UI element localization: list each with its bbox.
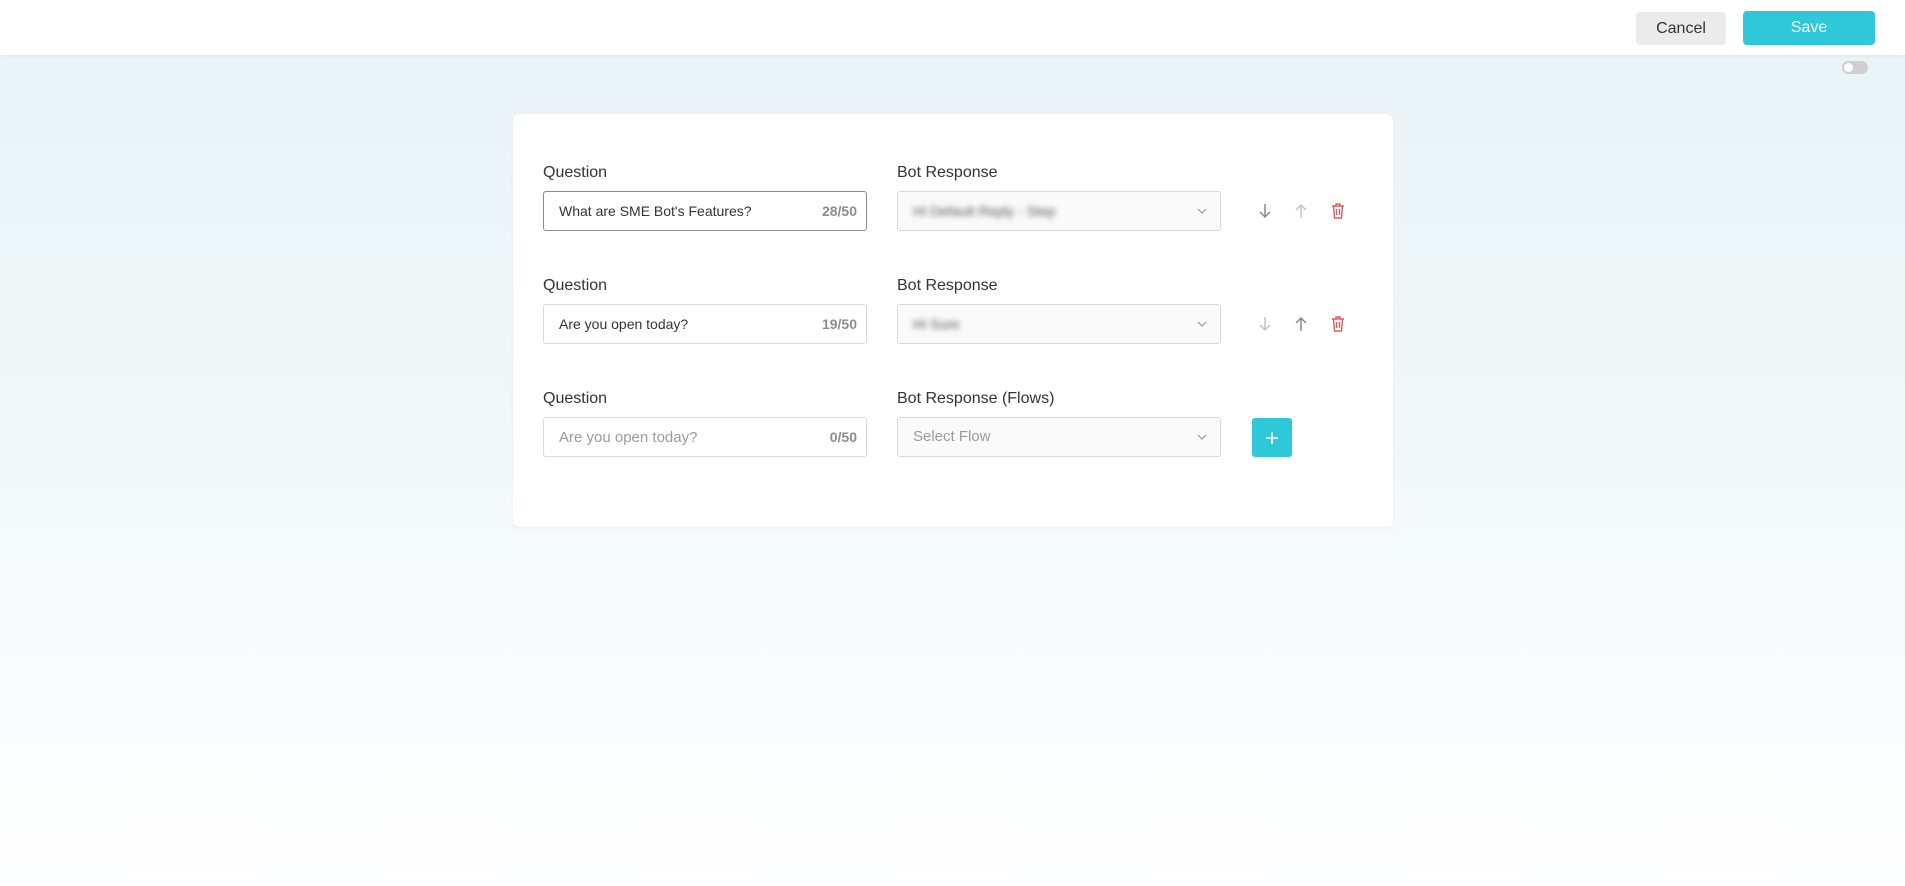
new-faq-row: Question Bot Response (Flows) 0/50 Selec… <box>543 390 1363 460</box>
flow-select[interactable]: Select Flow <box>897 417 1221 457</box>
top-bar: Cancel Save <box>0 0 1905 55</box>
arrow-down-icon[interactable] <box>1254 313 1276 335</box>
question-label: Question <box>543 164 608 181</box>
question-field: 19/50 <box>543 304 867 344</box>
save-button[interactable]: Save <box>1743 11 1875 45</box>
chevron-down-icon <box>1197 208 1207 214</box>
cancel-button[interactable]: Cancel <box>1636 12 1726 45</box>
trash-icon[interactable] <box>1327 200 1349 222</box>
bot-response-flows-label: Bot Response (Flows) <box>897 390 1055 407</box>
trash-icon[interactable] <box>1327 313 1349 335</box>
bot-response-select[interactable]: Hi Sure <box>897 304 1221 344</box>
bot-response-select[interactable]: Hi Default Reply - Step <box>897 191 1221 231</box>
plus-icon <box>1266 432 1278 444</box>
question-field: 28/50 <box>543 191 867 231</box>
question-input[interactable] <box>544 305 794 343</box>
chevron-down-icon <box>1197 321 1207 327</box>
arrow-up-icon[interactable] <box>1290 200 1312 222</box>
bot-response-label: Bot Response <box>897 164 998 181</box>
add-question-button[interactable] <box>1252 418 1292 457</box>
bot-response-value: Hi Default Reply - Step <box>913 203 1056 219</box>
toggle-knob <box>1844 63 1853 72</box>
char-counter: 28/50 <box>821 203 857 219</box>
char-counter: 19/50 <box>821 316 857 332</box>
faq-card: Question Bot Response 28/50 Hi Default R… <box>513 114 1393 527</box>
question-label: Question <box>543 277 608 294</box>
arrow-down-icon[interactable] <box>1254 200 1276 222</box>
question-label: Question <box>543 390 608 407</box>
chevron-down-icon <box>1197 434 1207 440</box>
faq-row: Question Bot Response 19/50 Hi Sure <box>543 277 1363 347</box>
flow-select-placeholder: Select Flow <box>913 428 991 445</box>
char-counter: 0/50 <box>829 429 857 445</box>
faq-row: Question Bot Response 28/50 Hi Default R… <box>543 164 1363 234</box>
question-input[interactable] <box>544 418 794 456</box>
bot-response-value: Hi Sure <box>913 316 960 332</box>
question-field: 0/50 <box>543 417 867 457</box>
bot-response-label: Bot Response <box>897 277 998 294</box>
question-input[interactable] <box>544 192 794 230</box>
toggle-switch[interactable] <box>1842 61 1868 74</box>
arrow-up-icon[interactable] <box>1290 313 1312 335</box>
